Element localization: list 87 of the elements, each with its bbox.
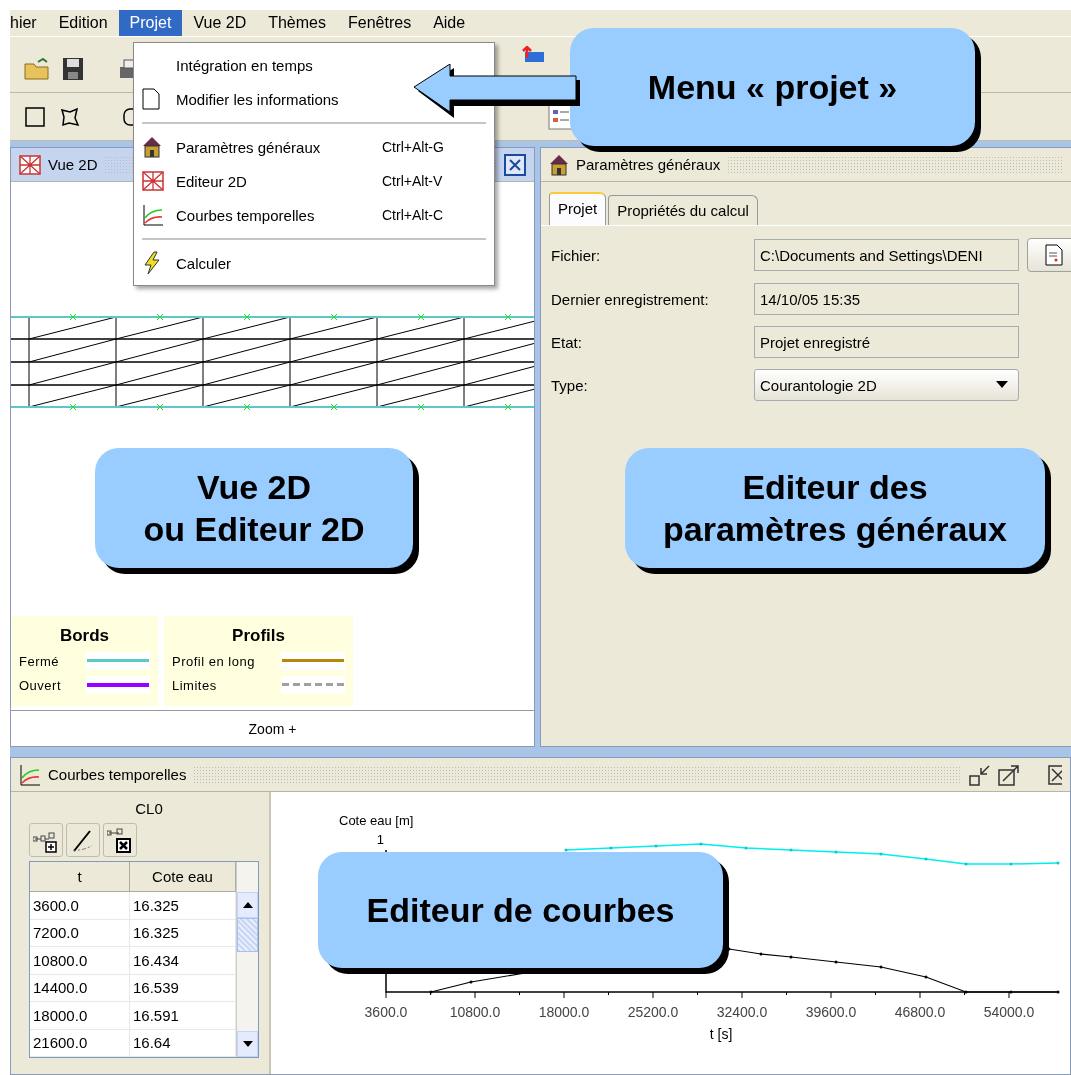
shortcut-label: Ctrl+Alt-G — [382, 139, 444, 155]
document-icon — [142, 88, 160, 110]
menu-item[interactable]: Fenêtres — [337, 10, 423, 36]
menu-entry-label: Intégration en temps — [176, 56, 314, 74]
x-tick-label: 46800.0 — [894, 1004, 946, 1020]
menu-item[interactable]: Vue 2D — [182, 10, 258, 36]
menu-item[interactable]: Aide — [422, 10, 477, 36]
close-icon[interactable] — [1048, 763, 1062, 786]
legend-title: Bords — [58, 626, 111, 646]
curve-name: CL0 — [135, 800, 163, 817]
x-tick-label: 39600.0 — [805, 1004, 857, 1020]
panel-title: Vue 2D — [48, 156, 98, 173]
scroll-down-button[interactable] — [237, 1031, 258, 1057]
table-cell: 18000.0 — [30, 1002, 130, 1030]
type-dropdown[interactable]: Courantologie 2D — [754, 369, 1019, 401]
field-label: Etat: — [551, 333, 583, 351]
panel-title: Paramètres généraux — [576, 156, 721, 173]
panel-title: Courbes temporelles — [48, 766, 187, 783]
x-tick-label: 18000.0 — [538, 1004, 590, 1020]
shortcut-label: Ctrl+Alt-C — [382, 207, 444, 223]
grid-icon — [19, 154, 41, 175]
maximize-icon[interactable] — [998, 763, 1020, 786]
field-label: Fichier: — [551, 246, 602, 264]
x-tick-label: 25200.0 — [627, 1004, 679, 1020]
legend-label: Profil en long — [172, 653, 255, 669]
x-axis-label: t [s] — [709, 1026, 733, 1042]
text-field[interactable]: Projet enregistré — [754, 326, 1019, 358]
folder-icon[interactable] — [24, 57, 50, 80]
x-tick-label: 10800.0 — [449, 1004, 501, 1020]
menu-entry-label: Modifier les informations — [176, 90, 340, 108]
polygon-icon[interactable] — [58, 105, 80, 128]
minimize-icon[interactable] — [969, 763, 991, 786]
field-label: Type: — [551, 376, 589, 394]
lightning-icon — [142, 251, 162, 275]
up-arrow-icon — [242, 902, 253, 908]
menu-entry[interactable]: Paramètres généraux Ctrl+Alt-G — [134, 130, 494, 164]
menu-entry[interactable]: Courbes temporelles Ctrl+Alt-C — [134, 198, 494, 232]
text-field[interactable]: 14/10/05 15:35 — [754, 283, 1019, 315]
close-icon[interactable] — [504, 153, 526, 176]
down-arrow-icon — [242, 1041, 253, 1047]
shortcut-label: Ctrl+Alt-V — [382, 173, 443, 189]
column-header[interactable]: Cote eau — [130, 862, 236, 892]
column-header[interactable]: t — [30, 862, 130, 892]
menu-entry[interactable]: Calculer — [134, 246, 390, 280]
text-field[interactable]: C:\Documents and Settings\DENI — [754, 239, 1019, 271]
field-label: Dernier enregistrement: — [551, 290, 710, 308]
menu-entry[interactable]: Editeur 2D Ctrl+Alt-V — [134, 164, 494, 198]
table-cell: 21600.0 — [30, 1029, 130, 1057]
upload-icon[interactable] — [521, 46, 545, 62]
table-cell: 3600.0 — [30, 892, 130, 920]
x-tick-label: 32400.0 — [716, 1004, 768, 1020]
menu-item[interactable]: Projet — [118, 10, 183, 36]
menu-item[interactable]: Thèmes — [257, 10, 337, 36]
y-tick-label: 1 — [376, 832, 384, 847]
menu-entry-label: Paramètres généraux — [176, 138, 322, 156]
legend-label: Fermé — [19, 653, 60, 669]
curve-chart-icon — [142, 204, 164, 226]
x-tick-label: 54000.0 — [983, 1004, 1035, 1020]
table-cell: 7200.0 — [30, 919, 130, 947]
dropdown-value: Courantologie 2D — [760, 376, 877, 394]
grid-icon — [142, 171, 164, 191]
menu-entry-label: Calculer — [176, 254, 233, 272]
menu-item[interactable]: Edition — [47, 10, 119, 36]
menu-item[interactable]: hier — [10, 10, 48, 36]
table-cell: 14400.0 — [30, 974, 130, 1002]
menu-entry[interactable]: Intégration en temps — [134, 48, 390, 82]
menu-entry-label: Editeur 2D — [176, 172, 248, 190]
menu-entry[interactable]: Modifier les informations — [134, 82, 390, 116]
tab[interactable]: Projet — [549, 192, 607, 225]
table-cell: 10800.0 — [30, 947, 130, 975]
curve-chart-icon — [19, 763, 41, 786]
browse-button[interactable] — [1027, 238, 1071, 272]
save-icon[interactable] — [62, 56, 84, 81]
legend-label: Ouvert — [19, 677, 61, 693]
y-axis-label: Cote eau [m] — [339, 813, 414, 828]
legend-title: Profils — [231, 626, 286, 646]
house-icon — [549, 153, 569, 176]
square-icon[interactable] — [24, 105, 46, 128]
scroll-thumb[interactable] — [237, 918, 258, 952]
file-icon — [1045, 244, 1063, 266]
scroll-up-button[interactable] — [237, 892, 258, 918]
house-icon — [142, 136, 162, 158]
menu-entry-label: Courbes temporelles — [176, 206, 316, 224]
x-tick-label: 3600.0 — [364, 1004, 408, 1020]
tab[interactable]: Propriétés du calcul — [608, 195, 758, 225]
legend-label: Limites — [172, 677, 217, 693]
caret-icon — [996, 381, 1008, 389]
